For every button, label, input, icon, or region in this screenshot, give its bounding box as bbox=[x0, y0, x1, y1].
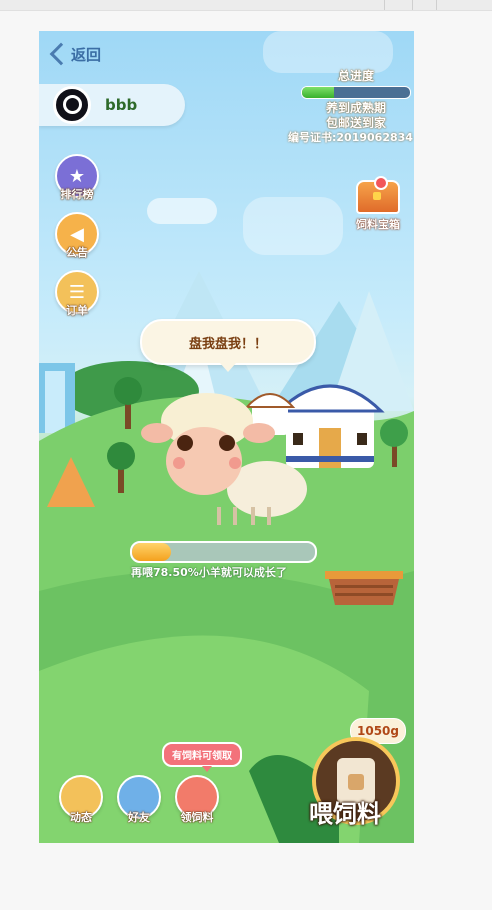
announcement-button[interactable]: ◀ 公告 bbox=[54, 212, 100, 260]
moments-label: 动态 bbox=[70, 811, 92, 824]
feed-trough-icon bbox=[325, 571, 403, 605]
sheep-ear bbox=[141, 423, 173, 443]
username: bbb bbox=[105, 96, 138, 114]
claim-feed-button[interactable]: 领饲料 bbox=[174, 775, 220, 825]
overall-progress-bar bbox=[301, 86, 411, 99]
moments-button[interactable]: 动态 bbox=[58, 775, 104, 825]
growth-progress-fill bbox=[132, 543, 172, 561]
feed-chest-button[interactable]: 饲料宝箱 bbox=[348, 176, 408, 232]
strip-divider bbox=[436, 0, 437, 10]
strip-divider bbox=[412, 0, 413, 10]
browser-top-strip bbox=[0, 0, 492, 11]
cloud-shape bbox=[147, 198, 217, 224]
feed-chest-label: 饲料宝箱 bbox=[356, 218, 400, 231]
tree-crown bbox=[107, 442, 135, 470]
game-scene: 返回 bbb 总进度 养到成熟期 包邮送到家 编号证书:2019062834 ★… bbox=[39, 31, 414, 843]
back-label: 返回 bbox=[71, 45, 102, 64]
sheep-leg bbox=[267, 507, 271, 525]
overall-progress: 总进度 养到成熟期 包邮送到家 bbox=[298, 67, 414, 131]
announcement-label: 公告 bbox=[66, 246, 88, 259]
sheep-leg bbox=[233, 507, 237, 525]
avatar bbox=[53, 86, 91, 124]
sheep-eye bbox=[219, 435, 235, 451]
sheep-eye bbox=[177, 435, 193, 451]
feed-button-label[interactable]: 喂饲料 bbox=[309, 794, 381, 829]
friends-label: 好友 bbox=[128, 811, 150, 824]
sheep-cheek bbox=[229, 457, 241, 469]
leaderboard-button[interactable]: ★ 排行榜 bbox=[54, 154, 100, 202]
treasure-chest-icon bbox=[356, 176, 400, 214]
progress-goal-text: 养到成熟期 bbox=[325, 101, 386, 115]
strip-divider bbox=[384, 0, 385, 10]
claim-feed-tooltip: 有饲料可领取 bbox=[162, 742, 242, 772]
notification-dot bbox=[374, 176, 388, 190]
tree-crown bbox=[114, 377, 142, 405]
user-profile[interactable]: bbb bbox=[39, 84, 185, 126]
sheep-leg bbox=[251, 507, 255, 525]
cloud-shape bbox=[243, 197, 343, 255]
chevron-left-icon bbox=[49, 42, 73, 66]
progress-title: 总进度 bbox=[337, 69, 374, 83]
claim-feed-label: 领饲料 bbox=[180, 811, 214, 824]
yurt-base bbox=[286, 456, 374, 462]
waterfall-shape bbox=[45, 371, 65, 433]
sheep-ear bbox=[243, 423, 275, 443]
sheep-speech-bubble: 盘我盘我！！ bbox=[140, 319, 316, 372]
sheep-cheek bbox=[173, 457, 185, 469]
leaderboard-label: 排行榜 bbox=[60, 188, 94, 201]
friends-button[interactable]: 好友 bbox=[116, 775, 162, 825]
certificate-number: 编号证书:2019062834 bbox=[288, 131, 413, 144]
growth-progress-bar bbox=[130, 541, 317, 563]
yurt-window bbox=[293, 433, 303, 445]
yurt-window bbox=[357, 433, 367, 445]
growth-hint-text: 再喂78.50%小羊就可以成长了 bbox=[131, 566, 287, 579]
tree-crown bbox=[380, 419, 408, 447]
overall-progress-fill bbox=[302, 87, 335, 98]
orders-label: 订单 bbox=[66, 304, 88, 317]
orders-button[interactable]: ☰ 订单 bbox=[54, 270, 100, 318]
back-button[interactable]: 返回 bbox=[47, 41, 101, 67]
sheep-leg bbox=[217, 507, 221, 525]
